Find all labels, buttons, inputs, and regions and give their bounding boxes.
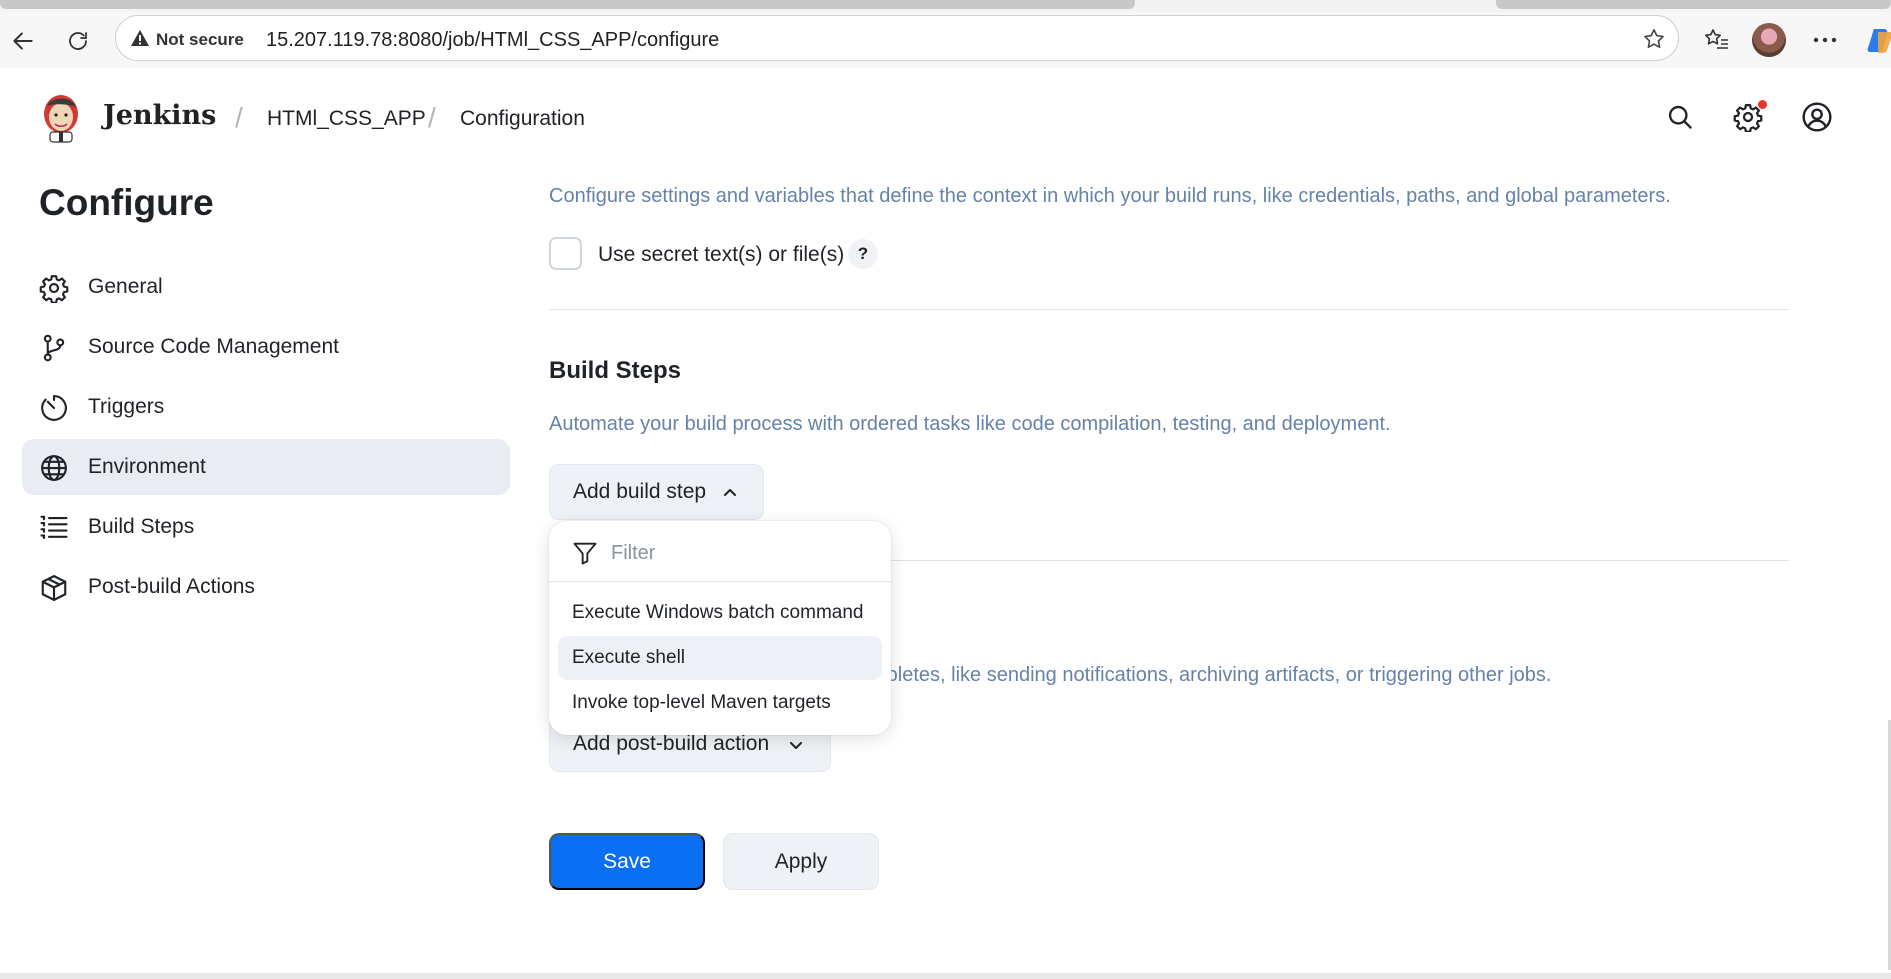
breadcrumb-separator: /: [235, 102, 243, 133]
list-icon: [40, 515, 68, 540]
tab-scroll-indicator-right: [1496, 0, 1891, 9]
help-button[interactable]: ?: [848, 239, 878, 269]
avatar: [1752, 23, 1786, 57]
timer-icon: [41, 395, 67, 421]
brand-name[interactable]: Jenkins: [103, 100, 216, 131]
window-bottom-edge: [0, 973, 1891, 979]
sidebar-item-label: Build Steps: [88, 515, 195, 538]
security-status[interactable]: Not secure: [156, 30, 244, 50]
build-steps-description: Automate your build process with ordered…: [549, 413, 1391, 435]
tab-scroll-indicator: [0, 0, 1135, 9]
copilot-icon: [1867, 29, 1891, 53]
jenkins-header: Jenkins / HTMl_CSS_APP / Configuration: [0, 68, 1891, 170]
breadcrumb-configuration[interactable]: Configuration: [460, 107, 585, 131]
chevron-up-icon: [724, 489, 736, 496]
menu-item-execute-windows-batch[interactable]: Execute Windows batch command: [558, 591, 882, 635]
search-button[interactable]: [1663, 100, 1697, 134]
jenkins-logo-icon[interactable]: [38, 92, 84, 144]
page-title: Configure: [39, 182, 214, 223]
favorite-star-icon[interactable]: [1642, 27, 1666, 51]
user-circle-icon: [1802, 102, 1832, 132]
sidebar-item-label: General: [88, 275, 163, 298]
use-secret-checkbox[interactable]: [549, 237, 582, 270]
filter-input[interactable]: [611, 540, 861, 566]
apply-button[interactable]: Apply: [723, 833, 879, 890]
favorites-list-icon: [1705, 29, 1728, 49]
gear-icon: [39, 275, 69, 303]
breadcrumb-job[interactable]: HTMl_CSS_APP: [267, 107, 426, 131]
notification-dot: [1758, 100, 1767, 109]
sidebar-item-source-code-management[interactable]: Source Code Management: [22, 319, 510, 375]
environment-description: Configure settings and variables that de…: [549, 185, 1671, 207]
sidebar-item-label: Source Code Management: [88, 335, 339, 358]
menu-item-invoke-maven[interactable]: Invoke top-level Maven targets: [558, 681, 882, 725]
user-account-button[interactable]: [1800, 100, 1834, 134]
dropdown-divider: [549, 581, 891, 582]
menu-item-execute-shell[interactable]: Execute shell: [558, 636, 882, 680]
section-divider: [549, 309, 1789, 310]
sidebar-item-general[interactable]: General: [22, 259, 510, 315]
breadcrumb-separator: /: [428, 102, 436, 133]
sidebar-item-label: Environment: [88, 455, 206, 478]
chevron-down-icon: [790, 742, 802, 749]
add-post-build-action-label: Add post-build action: [573, 732, 770, 755]
back-arrow-icon: [13, 32, 33, 50]
warning-icon: [131, 30, 149, 46]
sidebar-item-environment[interactable]: Environment: [22, 439, 510, 495]
sidebar-item-triggers[interactable]: Triggers: [22, 379, 510, 435]
address-bar[interactable]: Not secure 15.207.119.78:8080/job/HTMl_C…: [115, 15, 1679, 61]
profile-button[interactable]: [1751, 22, 1787, 58]
sidebar-item-label: Post-build Actions: [88, 575, 255, 598]
use-secret-label[interactable]: Use secret text(s) or file(s): [598, 243, 844, 267]
filter-icon: [573, 542, 597, 565]
package-icon: [41, 575, 67, 601]
browser-toolbar: Not secure 15.207.119.78:8080/job/HTMl_C…: [0, 12, 1891, 68]
build-step-dropdown: Execute Windows batch command Execute sh…: [549, 521, 891, 735]
more-dots-icon: [1813, 37, 1837, 43]
reload-icon: [69, 32, 87, 50]
add-build-step-label: Add build step: [573, 480, 707, 503]
post-build-description: mpletes, like sending notifications, arc…: [870, 664, 1552, 686]
branch-icon: [43, 334, 65, 362]
copilot-button[interactable]: [1862, 22, 1891, 58]
browser-tab-strip: [0, 0, 1891, 12]
sidebar-item-post-build-actions[interactable]: Post-build Actions: [22, 559, 510, 615]
url-text[interactable]: 15.207.119.78:8080/job/HTMl_CSS_APP/conf…: [266, 29, 719, 52]
back-button[interactable]: [8, 26, 38, 56]
sidebar-item-build-steps[interactable]: Build Steps: [22, 499, 510, 555]
favorites-button[interactable]: [1699, 22, 1735, 58]
add-build-step-button[interactable]: Add build step: [549, 464, 764, 520]
more-menu-button[interactable]: [1807, 22, 1843, 58]
reload-button[interactable]: [63, 26, 93, 56]
build-steps-title: Build Steps: [549, 357, 682, 384]
sidebar-item-label: Triggers: [88, 395, 165, 418]
globe-icon: [41, 455, 67, 481]
save-button[interactable]: Save: [549, 833, 705, 890]
search-icon: [1668, 105, 1692, 129]
